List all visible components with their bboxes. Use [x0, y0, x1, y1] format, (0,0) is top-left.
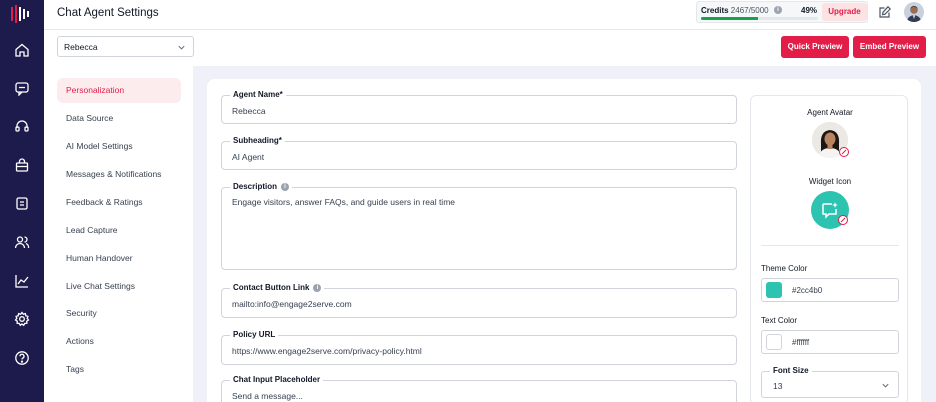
contact-link-value: mailto:info@engage2serve.com — [232, 299, 352, 309]
agent-avatar-label: Agent Avatar — [807, 108, 853, 117]
edit-note-icon[interactable] — [878, 5, 892, 19]
menu-item-personalization[interactable]: Personalization — [57, 78, 181, 103]
chevron-down-icon — [178, 45, 185, 50]
theme-color-swatch[interactable] — [766, 282, 782, 298]
credits-percent: 49% — [801, 6, 818, 15]
text-color-input[interactable]: #ffffff — [761, 330, 899, 354]
agent-name-field[interactable]: Agent Name* Rebecca — [221, 90, 737, 124]
users-icon — [14, 236, 30, 249]
nav-store[interactable] — [0, 153, 44, 177]
chat-placeholder-field[interactable]: Chat Input Placeholder Send a message... — [221, 375, 737, 402]
contact-link-label: Contact Button Link — [233, 283, 310, 292]
chat-icon — [15, 82, 29, 96]
quick-preview-button[interactable]: Quick Preview — [781, 36, 849, 58]
font-size-label: Font Size — [770, 366, 812, 375]
nav-analytics[interactable] — [0, 269, 44, 293]
upgrade-button[interactable]: Upgrade — [822, 3, 867, 21]
headset-icon — [15, 120, 29, 132]
divider — [761, 245, 899, 246]
subheading-label: Subheading* — [230, 136, 285, 145]
credits-progress-fill — [701, 17, 759, 20]
text-color-label: Text Color — [761, 316, 798, 325]
bag-icon — [15, 158, 29, 172]
agent-select-value: Rebecca — [64, 42, 98, 52]
nav-support[interactable] — [0, 114, 44, 138]
policy-url-field[interactable]: Policy URL https://www.engage2serve.com/… — [221, 330, 737, 365]
font-size-value: 13 — [773, 381, 783, 391]
widget-icon-label: Widget Icon — [808, 177, 852, 186]
nav-settings[interactable] — [0, 307, 44, 331]
page-title: Chat Agent Settings — [57, 7, 159, 19]
theme-color-input[interactable]: #2cc4b0 — [761, 278, 899, 302]
app-sidebar — [0, 0, 44, 402]
subheading-field[interactable]: Subheading* AI Agent — [221, 136, 737, 170]
help-icon — [15, 351, 29, 365]
menu-item-human-handover[interactable]: Human Handover — [57, 246, 181, 271]
contact-link-field[interactable]: Contact Button Link i mailto:info@engage2… — [221, 283, 737, 318]
credits-progress-bar — [701, 17, 818, 20]
info-icon[interactable]: i — [281, 182, 290, 191]
policy-url-value: https://www.engage2serve.com/privacy-pol… — [232, 346, 422, 356]
subheading-value: AI Agent — [232, 152, 265, 162]
nav-chat[interactable] — [0, 76, 44, 100]
description-label: Description — [233, 182, 278, 191]
chat-placeholder-value: Send a message... — [232, 391, 303, 401]
analytics-icon — [15, 275, 29, 288]
settings-icon — [14, 311, 30, 327]
nav-users[interactable] — [0, 230, 44, 254]
menu-item-actions[interactable]: Actions — [57, 329, 181, 354]
menu-item-messages-notifications[interactable]: Messages & Notifications — [57, 162, 181, 187]
agent-select[interactable]: Rebecca — [57, 36, 194, 57]
nav-home[interactable] — [0, 38, 44, 62]
user-avatar[interactable] — [904, 2, 924, 22]
menu-item-ai-model-settings[interactable]: AI Model Settings — [57, 134, 181, 159]
menu-item-lead-capture[interactable]: Lead Capture — [57, 218, 181, 243]
theme-color-value: #2cc4b0 — [792, 286, 823, 295]
info-icon[interactable]: i — [313, 283, 322, 292]
credits-label: Credits — [701, 6, 729, 15]
agent-name-value: Rebecca — [232, 106, 266, 116]
policy-url-label: Policy URL — [230, 330, 279, 339]
menu-item-live-chat-settings[interactable]: Live Chat Settings — [57, 274, 181, 299]
text-color-swatch[interactable] — [766, 334, 782, 350]
chevron-down-icon — [882, 383, 889, 388]
credits-value: 2467/5000 — [730, 6, 769, 15]
menu-item-security[interactable]: Security — [57, 301, 181, 326]
top-header: Chat Agent Settings Credits 2467/5000 i … — [44, 0, 936, 30]
info-icon[interactable]: i — [774, 6, 782, 14]
description-field[interactable]: Description i Engage visitors, answer FAQ… — [221, 182, 737, 270]
font-size-select[interactable]: Font Size 13 — [761, 366, 899, 398]
menu-item-data-source[interactable]: Data Source — [57, 106, 181, 131]
home-icon — [15, 43, 29, 57]
theme-color-label: Theme Color — [761, 264, 808, 273]
appearance-panel: Agent Avatar Widget Icon Theme Color #2c… — [750, 95, 908, 402]
app-logo-icon — [11, 5, 29, 23]
menu-item-feedback-ratings[interactable]: Feedback & Ratings — [57, 190, 181, 215]
menu-item-tags[interactable]: Tags — [57, 357, 181, 382]
chat-placeholder-label: Chat Input Placeholder — [230, 375, 324, 384]
agent-name-label: Agent Name* — [230, 90, 286, 99]
nav-help[interactable] — [0, 346, 44, 370]
text-color-value: #ffffff — [792, 338, 810, 347]
edit-widget-icon[interactable] — [838, 215, 848, 225]
description-value: Engage visitors, answer FAQs, and guide … — [232, 197, 455, 207]
edit-avatar-icon[interactable] — [839, 147, 849, 157]
clipboard-icon — [16, 197, 28, 210]
nav-tasks[interactable] — [0, 191, 44, 215]
embed-preview-button[interactable]: Embed Preview — [853, 36, 926, 58]
chat-sparkle-icon — [822, 202, 838, 219]
